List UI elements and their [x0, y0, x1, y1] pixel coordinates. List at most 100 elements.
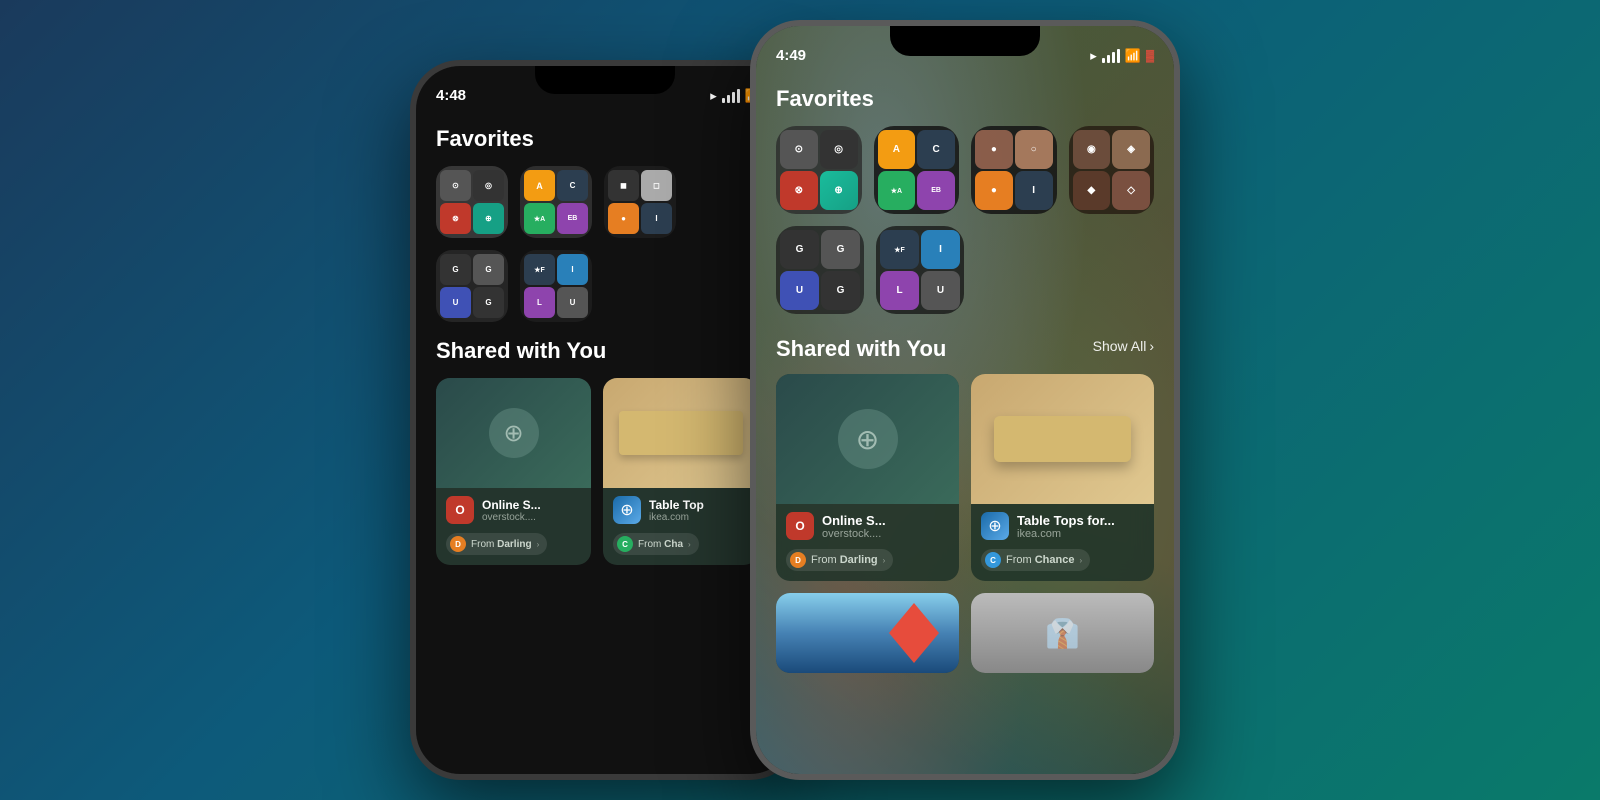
- app-icon: G: [473, 287, 504, 318]
- safari-app-icon-back: ⊕: [613, 496, 641, 524]
- volume-up-button-back[interactable]: [410, 196, 411, 231]
- shared-card-ikea-back[interactable]: ⊕ Table Top ikea.com C From Cha ›: [603, 378, 758, 565]
- card-info-safari-back: O Online S... overstock.... D From Darli…: [436, 488, 591, 565]
- show-all-label: Show All: [1093, 338, 1147, 354]
- card-thumb-ikea-back: [603, 378, 758, 488]
- app-row-2-back: G G U G ★F I L U: [436, 250, 774, 322]
- favorites-title-front: Favorites: [776, 86, 1154, 112]
- screen-front: 4:49 ▸ 📶 ▓ Favorites: [756, 26, 1174, 774]
- bar4f: [1117, 49, 1120, 63]
- app-folder-3-back[interactable]: ◼ ◻ ● I: [604, 166, 676, 238]
- app-icon: ●: [975, 171, 1013, 210]
- app-icon: I: [641, 203, 672, 234]
- card-info-ikea-back: ⊕ Table Top ikea.com C From Cha ›: [603, 488, 758, 565]
- app-folder-1-front[interactable]: ⊙ ◎ ⊗ ⊕: [776, 126, 862, 214]
- status-bar-back: 4:48 ▸ 📶 ▓: [416, 66, 794, 110]
- from-name-darling: Darling: [840, 554, 878, 566]
- from-badge-chance-front[interactable]: C From Chance ›: [981, 549, 1090, 571]
- bar2f: [1107, 55, 1110, 63]
- app-folder-3b-front[interactable]: ◉ ◈ ◆ ◇: [1069, 126, 1155, 214]
- app-icon: L: [880, 271, 919, 310]
- app-icon: ◎: [473, 170, 504, 201]
- volume-up-button-front[interactable]: [750, 166, 751, 206]
- safari-app-icon-front: ⊕: [981, 512, 1009, 540]
- avatar-darling-back: D: [450, 536, 466, 552]
- card-title-back: Online S...: [482, 498, 581, 512]
- app-icon: ●: [608, 203, 639, 234]
- signal-back: [722, 89, 740, 103]
- app-folder-2-front[interactable]: A C ★A EB: [874, 126, 960, 214]
- app-icon: ◻: [641, 170, 672, 201]
- from-badge-darling-front[interactable]: D From Darling ›: [786, 549, 893, 571]
- app-folder-1-back[interactable]: ⊙ ◎ ⊗ ⊕: [436, 166, 508, 238]
- volume-down-button-front[interactable]: [750, 216, 751, 256]
- card-app-row-ikea-back: ⊕ Table Top ikea.com: [613, 496, 748, 524]
- bar1: [722, 98, 725, 103]
- app-icon: EB: [557, 203, 588, 234]
- app-folder-3-front[interactable]: ● ○ ● I: [971, 126, 1057, 214]
- card-thumb-clothing: 👔: [971, 593, 1154, 673]
- card-subtitle-ikea-front: ikea.com: [1017, 528, 1144, 540]
- app-row-1-back: ⊙ ◎ ⊗ ⊕ A C ★A EB ◼ ◻: [436, 166, 774, 238]
- compass-icon-back: ⊕: [489, 408, 539, 458]
- app-icon: U: [440, 287, 471, 318]
- from-text-darling-back: From Darling: [471, 539, 532, 550]
- from-chevron-ikea-back: ›: [688, 540, 691, 549]
- app-folder-4-front[interactable]: G G U G: [776, 226, 864, 314]
- app-folder-2-back[interactable]: A C ★A EB: [520, 166, 592, 238]
- app-icon: A: [524, 170, 555, 201]
- avatar-darling-front: D: [790, 552, 806, 568]
- from-badge-cha-back[interactable]: C From Cha ›: [613, 533, 699, 555]
- clothing-icon: 👔: [1045, 617, 1080, 650]
- card-app-row-ikea-front: ⊕ Table Tops for... ikea.com: [981, 512, 1144, 540]
- chevron-chance: ›: [1079, 556, 1082, 565]
- shared-title-front: Shared with You: [776, 336, 946, 362]
- bottom-card-kite[interactable]: [776, 593, 959, 673]
- wifi-icon-front: 📶: [1125, 48, 1141, 64]
- content-front: Favorites ⊙ ◎ ⊗ ⊕ A C ★A EB: [756, 70, 1174, 774]
- app-icon: I: [1015, 171, 1053, 210]
- show-all-button[interactable]: Show All ›: [1093, 338, 1154, 354]
- app-row-1-front: ⊙ ◎ ⊗ ⊕ A C ★A EB ● ○ ●: [776, 126, 1154, 214]
- card-info-ikea-front: ⊕ Table Tops for... ikea.com C From Chan…: [971, 504, 1154, 581]
- bar1f: [1102, 58, 1105, 63]
- from-badge-darling-back[interactable]: D From Darling ›: [446, 533, 547, 555]
- content-back: Favorites ⊙ ◎ ⊗ ⊕ A C ★A EB: [416, 110, 794, 774]
- app-icon: EB: [917, 171, 955, 210]
- chevron-darling: ›: [883, 556, 886, 565]
- app-icon: I: [921, 230, 960, 269]
- overstock-app-icon-back: O: [446, 496, 474, 524]
- shared-card-ikea-front[interactable]: ⊕ Table Tops for... ikea.com C From Chan…: [971, 374, 1154, 581]
- time-front: 4:49: [776, 47, 806, 64]
- card-title-safari-front: Online S...: [822, 513, 949, 528]
- location-icon-front: ▸: [1090, 48, 1097, 64]
- card-thumb-ikea-front: [971, 374, 1154, 504]
- card-app-row-front: O Online S... overstock....: [786, 512, 949, 540]
- card-subtitle-safari-front: overstock....: [822, 528, 949, 540]
- table-thumbnail-back: [619, 411, 743, 455]
- shared-card-safari-back[interactable]: ⊕ O Online S... overstock....: [436, 378, 591, 565]
- card-thumb-kite: [776, 593, 959, 673]
- bar2: [727, 95, 730, 103]
- app-icon: U: [921, 271, 960, 310]
- app-folder-5-front[interactable]: ★F I L U: [876, 226, 964, 314]
- bottom-card-clothing[interactable]: 👔: [971, 593, 1154, 673]
- app-icon: ◎: [820, 130, 858, 169]
- app-icon: A: [878, 130, 916, 169]
- overstock-app-icon-front: O: [786, 512, 814, 540]
- app-folder-4-back[interactable]: G G U G: [436, 250, 508, 322]
- shared-card-safari-front[interactable]: ⊕ O Online S... overstock....: [776, 374, 959, 581]
- app-icon: ◈: [1112, 130, 1150, 169]
- power-button-front[interactable]: [1179, 186, 1180, 256]
- app-icon: ◼: [608, 170, 639, 201]
- app-folder-5-back[interactable]: ★F I L U: [520, 250, 592, 322]
- card-title-ikea-front: Table Tops for...: [1017, 513, 1144, 528]
- from-text-chance-front: From Chance: [1006, 554, 1074, 566]
- volume-down-button-back[interactable]: [410, 241, 411, 276]
- app-icon: U: [557, 287, 588, 318]
- app-row-2-front: G G U G ★F I L U: [776, 226, 1154, 314]
- app-icon: G: [780, 230, 819, 269]
- status-icons-front: ▸ 📶 ▓: [1090, 48, 1154, 64]
- card-thumb-safari-back: ⊕: [436, 378, 591, 488]
- show-all-chevron: ›: [1149, 338, 1154, 354]
